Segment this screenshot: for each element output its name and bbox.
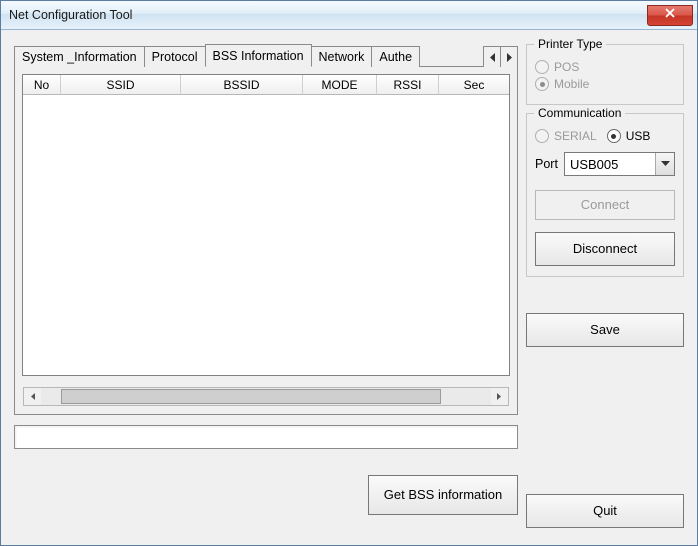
- save-button[interactable]: Save: [526, 313, 684, 347]
- printer-type-legend: Printer Type: [534, 37, 606, 51]
- close-icon: [665, 8, 675, 18]
- chevron-right-icon: [496, 392, 503, 401]
- chevron-down-icon: [661, 161, 670, 167]
- list-hscrollbar[interactable]: [23, 387, 509, 406]
- col-ssid[interactable]: SSID: [61, 75, 181, 95]
- chevron-right-icon: [506, 53, 513, 62]
- tab-system-information[interactable]: System _Information: [14, 46, 145, 67]
- right-pane: Printer Type POS Mobile Communication: [526, 44, 684, 534]
- port-combobox[interactable]: USB005: [564, 152, 675, 176]
- list-header: No SSID BSSID MODE RSSI Sec: [23, 75, 509, 95]
- quit-button[interactable]: Quit: [526, 494, 684, 528]
- titlebar: Net Configuration Tool: [1, 1, 697, 30]
- tab-scroll: [484, 46, 518, 66]
- tab-protocol[interactable]: Protocol: [144, 46, 206, 67]
- hscroll-track[interactable]: [41, 388, 491, 405]
- col-no[interactable]: No: [23, 75, 61, 95]
- communication-group: Communication SERIAL USB Port: [526, 113, 684, 277]
- col-bssid[interactable]: BSSID: [181, 75, 303, 95]
- tab-strip: System _Information Protocol BSS Informa…: [14, 44, 518, 67]
- printer-type-pos-label: POS: [554, 60, 579, 74]
- printer-type-mobile: Mobile: [535, 77, 675, 91]
- radio-icon: [607, 129, 621, 143]
- chevron-left-icon: [29, 392, 36, 401]
- connect-button: Connect: [535, 190, 675, 220]
- client-area: System _Information Protocol BSS Informa…: [2, 30, 696, 544]
- tab-scroll-left[interactable]: [483, 46, 501, 68]
- hscroll-left[interactable]: [24, 388, 41, 405]
- printer-type-mobile-label: Mobile: [554, 77, 589, 91]
- printer-type-pos: POS: [535, 60, 675, 74]
- comm-usb[interactable]: USB: [607, 129, 651, 143]
- left-pane: System _Information Protocol BSS Informa…: [14, 44, 518, 534]
- comm-usb-label: USB: [626, 129, 651, 143]
- radio-icon: [535, 77, 549, 91]
- comm-serial: SERIAL: [535, 129, 597, 143]
- app-window: Net Configuration Tool System _Informati…: [0, 0, 698, 546]
- port-label: Port: [535, 157, 558, 171]
- col-mode[interactable]: MODE: [303, 75, 377, 95]
- get-bss-button[interactable]: Get BSS information: [368, 475, 518, 515]
- chevron-left-icon: [489, 53, 496, 62]
- window-controls: [647, 5, 697, 26]
- printer-type-group: Printer Type POS Mobile: [526, 44, 684, 105]
- col-sec[interactable]: Sec: [439, 75, 509, 95]
- bss-list[interactable]: No SSID BSSID MODE RSSI Sec: [22, 74, 510, 376]
- tab-authentication[interactable]: Authe: [371, 46, 420, 67]
- tab-network[interactable]: Network: [311, 46, 373, 67]
- close-button[interactable]: [647, 5, 693, 26]
- window-title: Net Configuration Tool: [9, 8, 132, 22]
- port-dropdown-button[interactable]: [655, 153, 674, 175]
- radio-icon: [535, 129, 549, 143]
- hscroll-right[interactable]: [491, 388, 508, 405]
- radio-icon: [535, 60, 549, 74]
- communication-legend: Communication: [534, 106, 625, 120]
- comm-serial-label: SERIAL: [554, 129, 597, 143]
- status-output: [14, 425, 518, 449]
- disconnect-button[interactable]: Disconnect: [535, 232, 675, 266]
- col-rssi[interactable]: RSSI: [377, 75, 439, 95]
- tab-bss-information[interactable]: BSS Information: [205, 44, 312, 67]
- port-value: USB005: [570, 157, 618, 172]
- hscroll-thumb[interactable]: [61, 389, 441, 404]
- tab-page: No SSID BSSID MODE RSSI Sec: [14, 67, 518, 415]
- tab-scroll-right[interactable]: [500, 46, 518, 68]
